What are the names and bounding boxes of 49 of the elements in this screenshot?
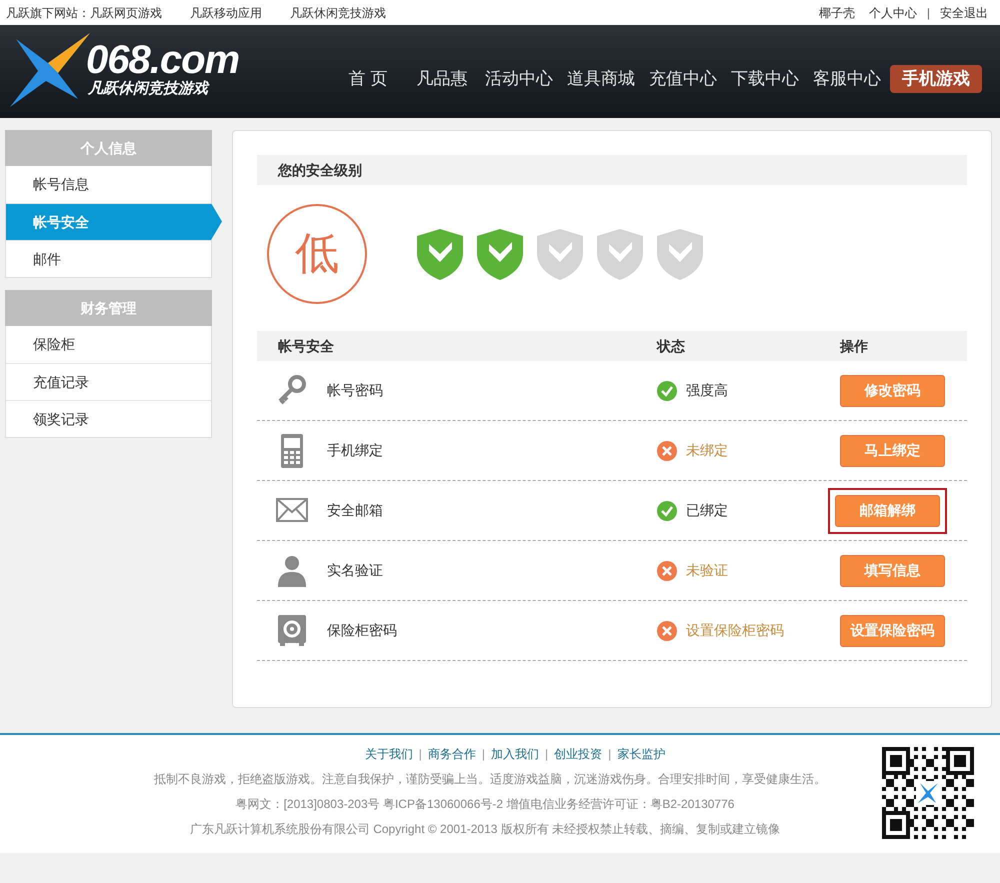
footer-link[interactable]: 商务合作 — [428, 745, 476, 763]
column-header: 帐号安全 — [277, 336, 335, 356]
footer-link[interactable]: 加入我们 — [491, 745, 539, 763]
section-heading: 您的安全级别 — [278, 160, 362, 180]
item-name: 安全邮箱 — [327, 501, 384, 520]
logo-text: 068.com — [86, 40, 240, 80]
nav-link[interactable]: 活动中心 — [478, 65, 560, 93]
item-name: 保险柜密码 — [327, 621, 398, 640]
qr-code-icon — [882, 747, 974, 839]
status-text: 强度高 — [686, 381, 728, 400]
user-name[interactable]: 椰子壳 — [818, 4, 855, 22]
separator: | — [926, 4, 930, 22]
status-text: 未验证 — [686, 561, 728, 580]
logo-slogan: 凡跃休闲竞技游戏 — [88, 80, 210, 98]
item-name: 手机绑定 — [327, 441, 384, 460]
nav-link[interactable]: 下载中心 — [724, 65, 806, 93]
item-name: 帐号密码 — [327, 381, 384, 400]
footer-link[interactable]: 关于我们 — [364, 745, 413, 763]
safe-icon — [276, 612, 308, 648]
site-link[interactable]: 凡跃移动应用 — [190, 4, 262, 22]
sidebar-heading: 个人信息 — [5, 130, 212, 166]
security-grade: 低 — [267, 204, 367, 304]
nav-link[interactable]: 道具商城 — [560, 65, 642, 93]
status-text: 已绑定 — [686, 501, 728, 520]
site-link[interactable]: 凡跃休闲竞技游戏 — [290, 4, 386, 22]
nav-link[interactable]: 客服中心 — [806, 65, 888, 93]
nav-link[interactable]: 凡品惠 — [406, 65, 478, 93]
top-link[interactable]: 个人中心 — [868, 4, 917, 22]
footer-text: 粤网文：[2013]0803-203号 粤ICP备13060066号-2 增值电信业务经营许可证：粤B2-20130776 — [236, 796, 734, 813]
separator: | — [545, 746, 548, 763]
footer-link[interactable]: 家长监护 — [617, 745, 666, 763]
top-link[interactable]: 安全退出 — [940, 4, 988, 22]
status-text: 设置保险柜密码 — [686, 621, 784, 640]
nav-link[interactable]: 手机游戏 — [890, 65, 982, 93]
status-text: 未绑定 — [686, 441, 728, 460]
column-header: 状态 — [657, 336, 686, 356]
footer-text: 广东凡跃计算机系统股份有限公司 Copyright © 2001-2013 版权所有 未经授权禁止转载、摘编、复制或建立镜像 — [190, 821, 780, 838]
item-name: 实名验证 — [327, 561, 384, 580]
separator: | — [418, 746, 422, 763]
nav-link[interactable]: 首 页 — [330, 65, 406, 93]
separator: | — [608, 746, 612, 763]
footer-text: 抵制不良游戏，拒绝盗版游戏。注意自我保护，谨防受骗上当。适度游戏益脑，沉迷游戏伤身。合理安排时间，享受健康生活。 — [154, 771, 826, 788]
column-header: 操作 — [840, 336, 868, 356]
site-link[interactable]: 凡跃网页游戏 — [90, 4, 162, 22]
separator: | — [482, 746, 485, 763]
footer-link[interactable]: 创业投资 — [554, 745, 602, 763]
nav-link[interactable]: 充值中心 — [642, 65, 724, 93]
sidebar-heading: 财务管理 — [5, 290, 212, 326]
sites-label: 凡跃旗下网站： — [6, 4, 90, 22]
